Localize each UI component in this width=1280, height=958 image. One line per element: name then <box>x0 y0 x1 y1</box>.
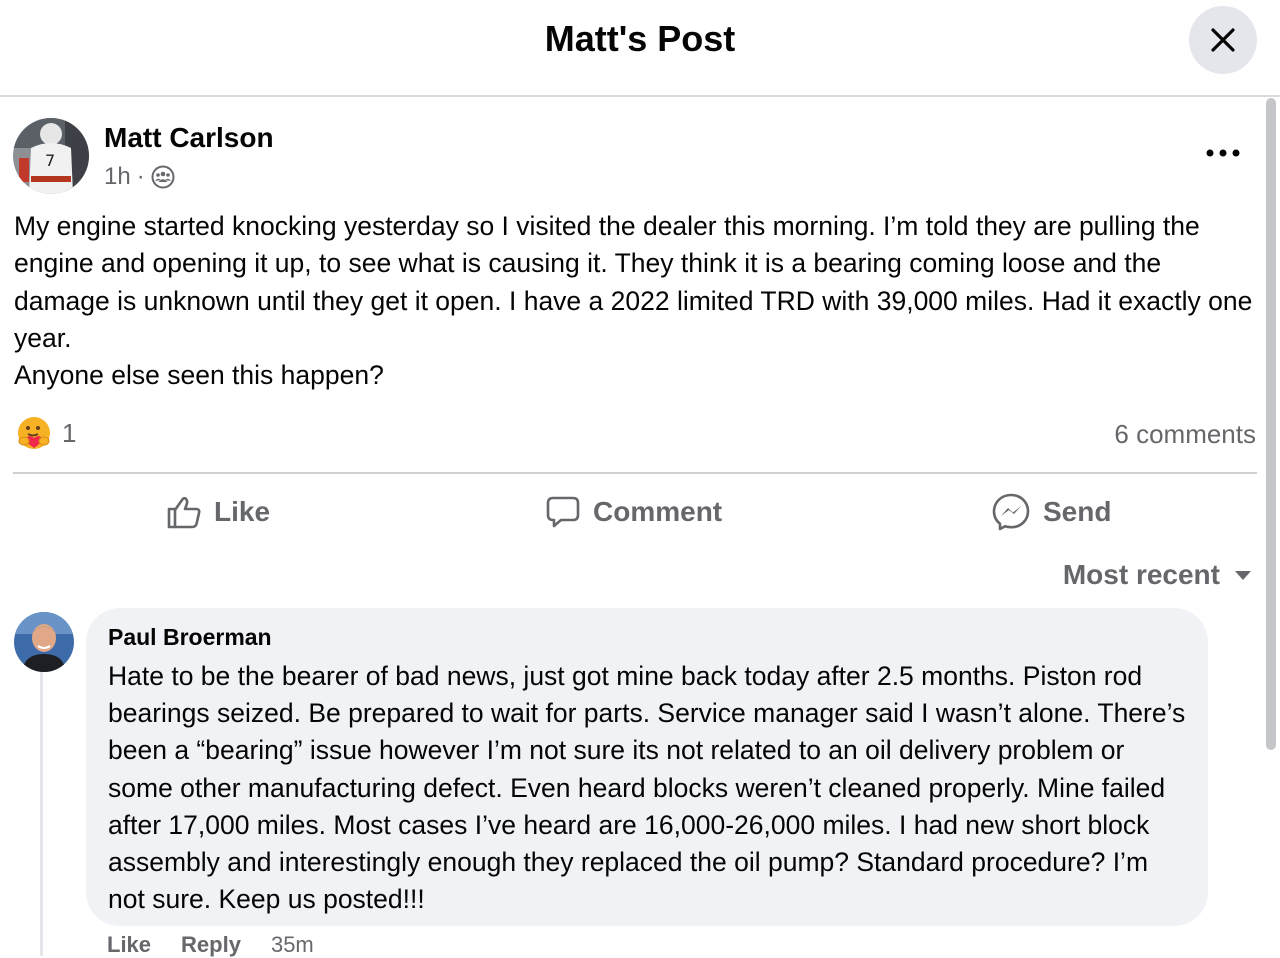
comment-count[interactable]: 6 comments <box>1114 419 1256 450</box>
send-button[interactable]: Send <box>991 490 1111 534</box>
send-label: Send <box>1043 496 1112 527</box>
comment-icon <box>546 496 580 528</box>
more-options-icon <box>1206 149 1240 157</box>
like-icon <box>167 496 201 529</box>
close-icon <box>1211 28 1235 52</box>
comment-sort-dropdown[interactable]: Most recent <box>1063 559 1252 591</box>
comment-text: Hate to be the bearer of bad news, just … <box>108 661 1186 915</box>
commenter-name[interactable]: Paul Broerman <box>108 624 1186 656</box>
sort-label: Most recent <box>1062 559 1220 590</box>
comment-button[interactable]: Comment <box>545 490 722 534</box>
post-body: My engine started knocking yesterday so … <box>14 208 1264 394</box>
post-header: Matt's Post <box>0 0 1280 97</box>
post-meta: 1h · <box>104 163 175 191</box>
comment-reply-button[interactable]: Reply <box>181 932 241 958</box>
thread-line <box>40 672 43 956</box>
group-icon <box>151 165 175 189</box>
caret-down-icon <box>1235 571 1251 580</box>
comment-actions: Like Reply 35m <box>107 932 314 958</box>
reaction-count: 1 <box>62 417 77 448</box>
commenter-avatar[interactable] <box>14 612 74 672</box>
comment-time: 35m <box>270 932 314 957</box>
divider <box>13 472 1257 474</box>
post-paragraph: My engine started knocking yesterday so … <box>14 211 1253 353</box>
svg-text:7: 7 <box>45 151 55 170</box>
close-button[interactable] <box>1189 6 1257 74</box>
care-reaction-icon <box>18 417 50 449</box>
post-paragraph: Anyone else seen this happen? <box>14 360 384 391</box>
comment-bubble: Paul Broerman Hate to be the bearer of b… <box>86 608 1208 926</box>
like-button[interactable]: Like <box>166 490 270 534</box>
scrollbar[interactable] <box>1266 98 1276 750</box>
messenger-icon <box>992 493 1030 531</box>
comment-like-button[interactable]: Like <box>107 932 151 958</box>
page-title: Matt's Post <box>544 18 736 59</box>
author-name[interactable]: Matt Carlson <box>104 122 274 154</box>
reaction-summary[interactable]: 1 <box>16 415 76 451</box>
more-options-button[interactable] <box>1200 138 1246 168</box>
meta-separator: · <box>136 163 145 190</box>
comment-label: Comment <box>593 496 723 527</box>
post-time[interactable]: 1h <box>104 163 131 191</box>
like-label: Like <box>214 496 271 527</box>
author-avatar[interactable]: 7 <box>13 118 89 194</box>
